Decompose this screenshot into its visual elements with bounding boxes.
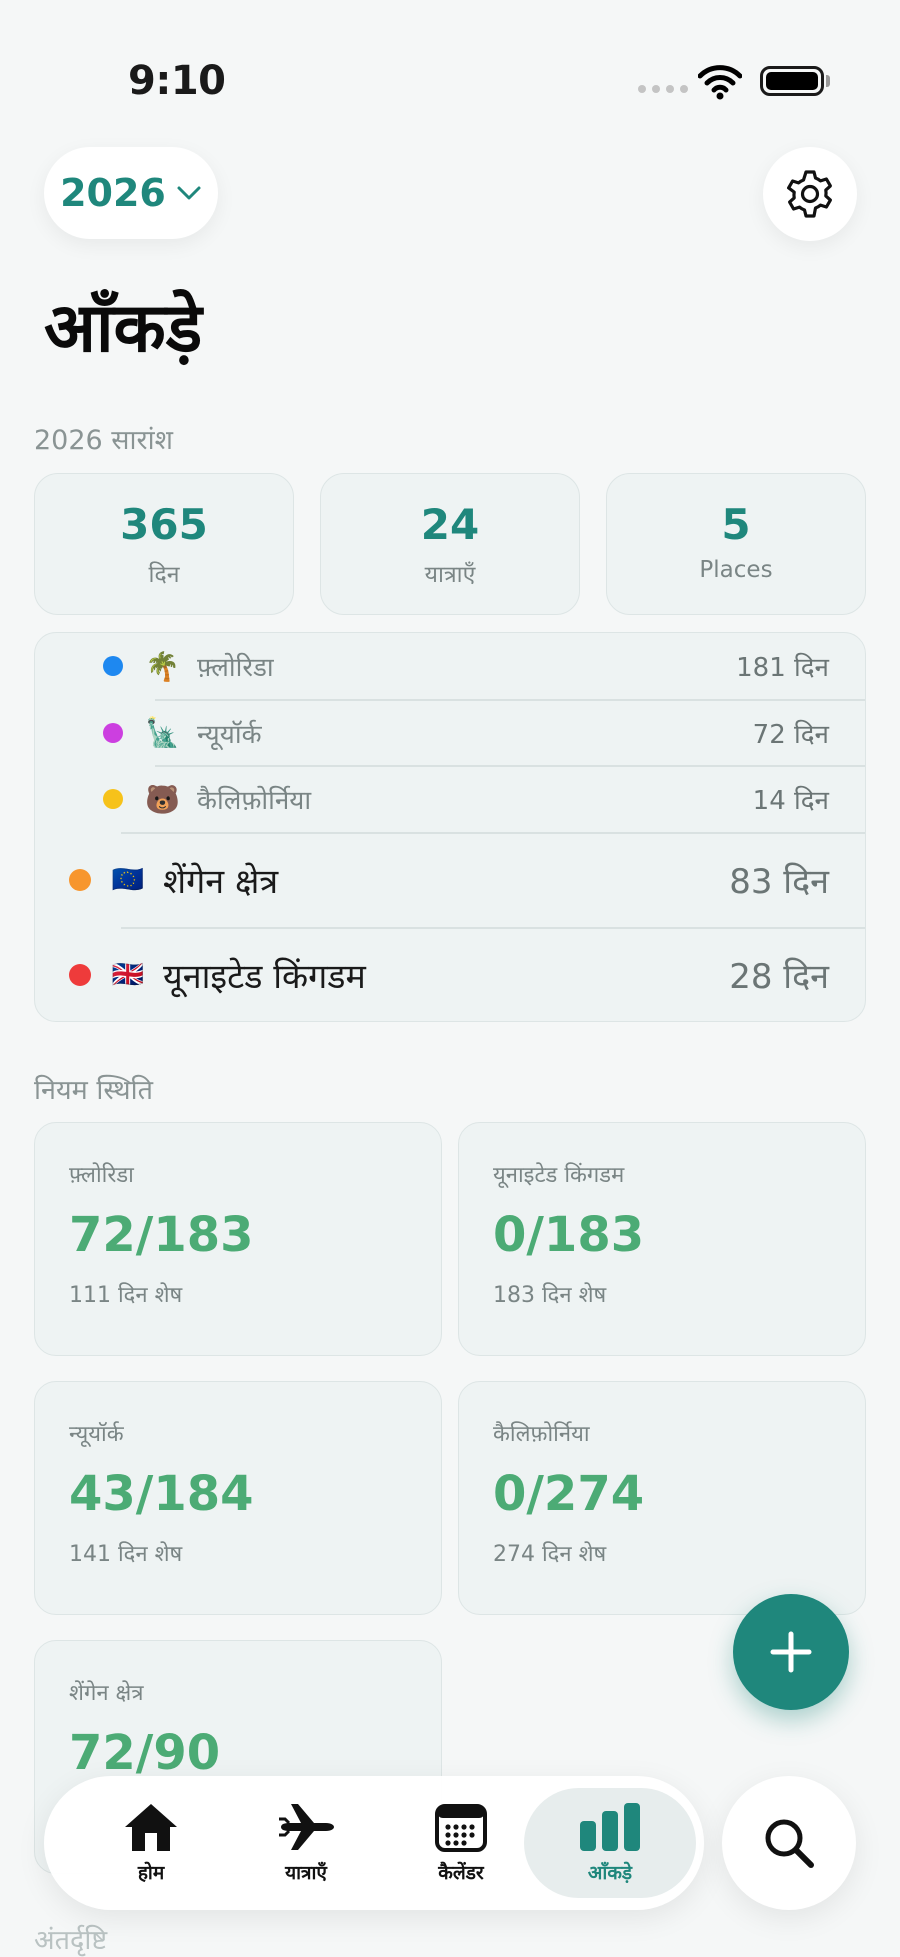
chevron-down-icon (177, 186, 201, 200)
statue-of-liberty-icon: 🗽 (145, 716, 180, 749)
color-dot (103, 789, 123, 809)
rule-card-california[interactable]: कैलिफ़ोर्निया 0/274 274 दिन शेष (458, 1381, 866, 1615)
year-label: 2026 (60, 171, 166, 215)
summary-trips-value: 24 (420, 500, 480, 549)
calendar-icon (435, 1804, 487, 1852)
search-button[interactable] (722, 1776, 856, 1910)
rule-card-florida[interactable]: फ़्लोरिडा 72/183 111 दिन शेष (34, 1122, 442, 1356)
battery-nub (826, 75, 830, 87)
tab-label: होम (137, 1862, 165, 1884)
summary-trips-label: यात्राएँ (424, 562, 476, 588)
summary-section-label: 2026 सारांश (34, 425, 173, 456)
rules-section-label: नियम स्थिति (34, 1075, 153, 1106)
summary-places-label: Places (699, 557, 773, 583)
place-days: 181 दिन (736, 653, 829, 683)
summary-card-places: 5 Places (606, 473, 866, 615)
rule-value: 43/184 (69, 1466, 254, 1522)
place-name: शेंगेन क्षेत्र (163, 862, 279, 902)
place-days: 72 दिन (752, 719, 829, 750)
list-item-california[interactable]: 🐻 कैलिफ़ोर्निया 14 दिन (35, 766, 865, 832)
insights-section-label: अंतर्दृष्टि (34, 1925, 108, 1956)
summary-days-label: दिन (148, 562, 180, 588)
gear-icon (787, 170, 832, 218)
tab-bar: होम यात्राएँ कैलेंडर आँकड़े (44, 1776, 704, 1910)
rule-value: 72/90 (69, 1725, 221, 1781)
place-name: न्यूयॉर्क (197, 719, 262, 750)
rule-value: 0/274 (493, 1466, 645, 1522)
list-item-new-york[interactable]: 🗽 न्यूयॉर्क 72 दिन (35, 700, 865, 765)
rule-card-united-kingdom[interactable]: यूनाइटेड किंगडम 0/183 183 दिन शेष (458, 1122, 866, 1356)
summary-card-trips: 24 यात्राएँ (320, 473, 580, 615)
summary-days-value: 365 (120, 500, 208, 549)
rule-value: 0/183 (493, 1207, 645, 1263)
summary-card-days: 365 दिन (34, 473, 294, 615)
rule-name: यूनाइटेड किंगडम (493, 1163, 625, 1188)
battery-icon (760, 66, 824, 96)
tab-trips[interactable]: यात्राएँ (231, 1776, 381, 1910)
rule-remaining: 274 दिन शेष (493, 1542, 607, 1567)
rule-name: फ़्लोरिडा (69, 1163, 134, 1188)
tab-label: कैलेंडर (438, 1862, 484, 1884)
add-button[interactable] (733, 1594, 849, 1710)
settings-button[interactable] (763, 147, 857, 241)
color-dot (69, 869, 91, 891)
rule-name: न्यूयॉर्क (69, 1422, 124, 1447)
list-item-florida[interactable]: 🌴 फ़्लोरिडा 181 दिन (35, 633, 865, 699)
palm-tree-icon: 🌴 (145, 649, 180, 683)
rule-remaining: 141 दिन शेष (69, 1542, 183, 1567)
tab-stats[interactable]: आँकड़े (535, 1776, 685, 1910)
place-days: 28 दिन (729, 957, 829, 997)
color-dot (103, 722, 123, 743)
tab-label: यात्राएँ (285, 1862, 327, 1884)
color-dot (103, 656, 123, 676)
tab-calendar[interactable]: कैलेंडर (386, 1776, 536, 1910)
place-name: कैलिफ़ोर्निया (197, 786, 312, 816)
place-name: फ़्लोरिडा (197, 653, 274, 683)
wifi-icon (698, 65, 742, 100)
page-title: आँकड़े (44, 289, 203, 368)
place-days: 14 दिन (752, 786, 829, 816)
place-name: यूनाइटेड किंगडम (163, 957, 366, 997)
airplane-icon (279, 1804, 334, 1850)
year-selector-button[interactable]: 2026 (44, 147, 218, 239)
status-time: 9:10 (128, 58, 226, 104)
plus-icon (770, 1631, 812, 1673)
home-icon (125, 1804, 177, 1851)
rule-value: 72/183 (69, 1207, 254, 1263)
list-item-united-kingdom[interactable]: 🇬🇧 यूनाइटेड किंगडम 28 दिन (35, 928, 865, 1021)
rule-name: कैलिफ़ोर्निया (493, 1422, 590, 1447)
bar-chart-icon (580, 1803, 640, 1851)
rule-card-new-york[interactable]: न्यूयॉर्क 43/184 141 दिन शेष (34, 1381, 442, 1615)
place-days: 83 दिन (729, 862, 829, 902)
list-item-schengen[interactable]: 🇪🇺 शेंगेन क्षेत्र 83 दिन (35, 833, 865, 927)
color-dot (69, 964, 91, 986)
summary-places-value: 5 (721, 500, 751, 549)
eu-flag-icon: 🇪🇺 (111, 865, 145, 895)
rule-remaining: 111 दिन शेष (69, 1283, 183, 1308)
rule-remaining: 183 दिन शेष (493, 1283, 607, 1308)
places-list: 🌴 फ़्लोरिडा 181 दिन 🗽 न्यूयॉर्क 72 दिन 🐻… (34, 632, 866, 1022)
search-icon (765, 1819, 814, 1868)
rule-name: शेंगेन क्षेत्र (69, 1681, 144, 1706)
bear-icon: 🐻 (145, 782, 180, 816)
tab-label: आँकड़े (587, 1862, 633, 1884)
tab-home[interactable]: होम (76, 1776, 226, 1910)
cellular-signal-icon (638, 85, 688, 93)
uk-flag-icon: 🇬🇧 (111, 960, 145, 990)
